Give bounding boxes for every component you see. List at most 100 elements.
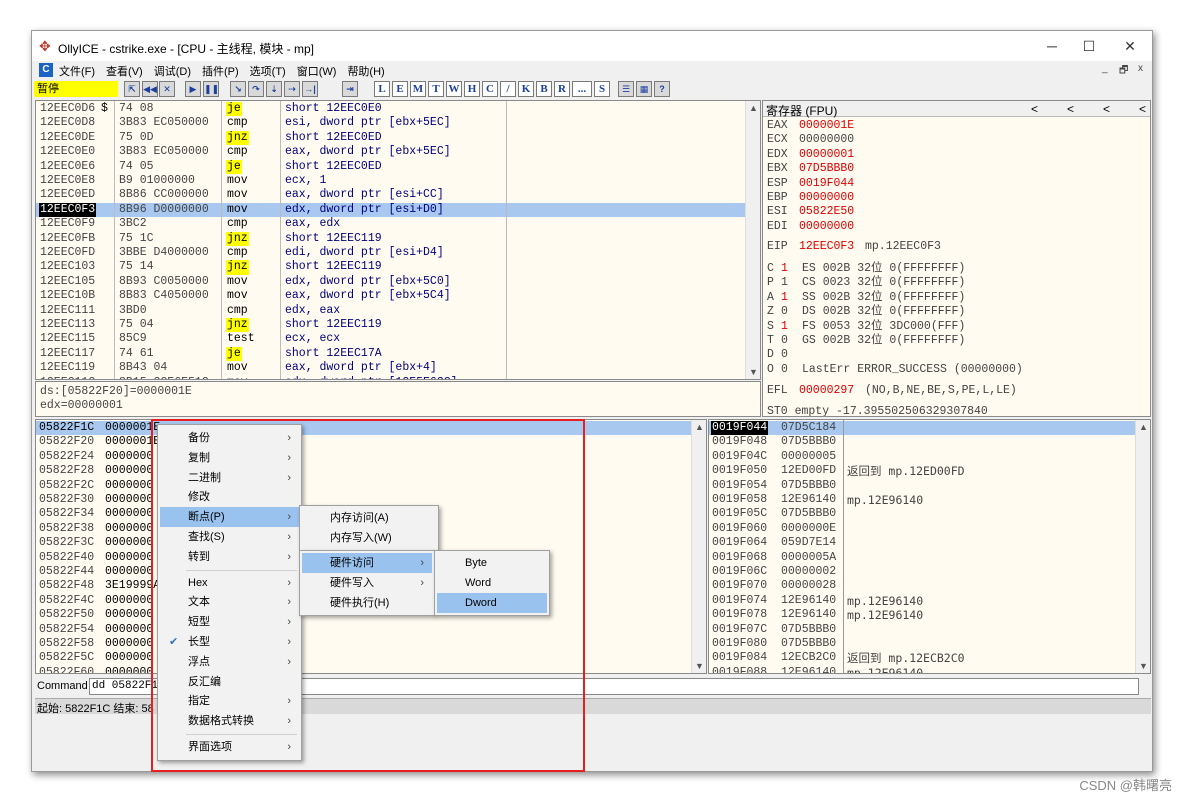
stack-row[interactable]: 0019F060 0000000E <box>709 522 1137 536</box>
flag-row[interactable]: C 1 ES 002B 32位 0(FFFFFFFF) <box>767 262 965 276</box>
close-button[interactable]: ✕ <box>1118 37 1142 55</box>
disasm-row[interactable]: 12EEC103 75 14 jnz short 12EEC119 <box>36 260 747 275</box>
step-over-icon[interactable]: ↷ <box>248 81 264 97</box>
disasm-row[interactable]: 12EEC0FB 75 1C jnz short 12EEC119 <box>36 231 747 246</box>
disasm-row[interactable]: 12EEC105 8B93 C0050000 mov edx, dword ptr [… <box>36 275 747 289</box>
register-row[interactable]: EBP 00000000 <box>767 191 854 205</box>
toolbar-letter-button[interactable]: M <box>410 81 426 97</box>
disasm-row[interactable]: 12EEC0F3 8B96 D0000000 mov edx, dword ptr [… <box>36 202 747 218</box>
scroll-up-icon[interactable]: ▲ <box>746 101 760 115</box>
disassembly-scrollbar[interactable]: ▲ ▼ <box>745 101 760 379</box>
toolbar-letter-button[interactable]: / <box>500 81 516 97</box>
stack-row[interactable]: 0019F088 12E96140 mp.12E96140 <box>709 666 1137 673</box>
toolbar-letter-button[interactable]: L <box>374 81 390 97</box>
disassembly-pane[interactable]: 12EEC0D6 $74 08 je short 12EEC0E0 12EEC0D8 3B… <box>35 100 761 380</box>
reg-nav-1[interactable]: < <box>1031 102 1038 116</box>
disasm-row[interactable]: 12EEC0FD 3BBE D4000000 cmp edi, dword ptr [… <box>36 246 747 260</box>
disasm-row[interactable]: 12EEC10B 8B83 C4050000 mov eax, dword ptr [… <box>36 289 747 303</box>
stack-row[interactable]: 0019F048 07D5BBB0 <box>709 435 1137 449</box>
pause-icon[interactable]: ❚❚ <box>203 81 219 97</box>
mdi-close-button[interactable]: x <box>1138 63 1143 74</box>
scroll-down-icon[interactable]: ▼ <box>1136 659 1150 673</box>
disasm-row[interactable]: 12EEC115 85C9 test ecx, ecx <box>36 332 747 346</box>
toolbar-letter-button[interactable]: C <box>482 81 498 97</box>
toolbar-letter-button[interactable]: S <box>594 81 610 97</box>
close-process-icon[interactable]: ✕ <box>159 81 175 97</box>
stack-row[interactable]: 0019F058 12E96140 mp.12E96140 <box>709 493 1137 507</box>
disasm-row[interactable]: 12EEC0E8 B9 01000000 mov ecx, 1 <box>36 174 747 188</box>
title-bar[interactable]: ✥ OllyICE - cstrike.exe - [CPU - 主线程, 模块… <box>32 31 1152 61</box>
disasm-row[interactable]: 12EEC0E6 74 05 je short 12EEC0ED <box>36 159 747 174</box>
maximize-button[interactable]: ☐ <box>1077 37 1101 55</box>
flag-row[interactable]: T 0 GS 002B 32位 0(FFFFFFFF) <box>767 334 965 348</box>
minimize-button[interactable]: ─ <box>1040 37 1064 55</box>
mdi-restore-button[interactable]: 🗗 <box>1119 63 1128 80</box>
rewind-icon[interactable]: ◀◀ <box>142 81 158 97</box>
stack-row[interactable]: 0019F068 0000005A <box>709 551 1137 565</box>
toolbar-letter-button[interactable]: K <box>518 81 534 97</box>
stack-row[interactable]: 0019F078 12E96140 mp.12E96140 <box>709 608 1137 622</box>
toolbar-letter-button[interactable]: B <box>536 81 552 97</box>
flag-row[interactable]: S 1 FS 0053 32位 3DC000(FFF) <box>767 320 965 334</box>
menu-item[interactable]: 调试(D) <box>154 63 191 79</box>
stack-row[interactable]: 0019F04C 00000005 <box>709 450 1137 464</box>
list-icon[interactable]: ☰ <box>618 81 634 97</box>
register-row[interactable]: EBX 07D5BBB0 <box>767 162 854 176</box>
mdi-minimize-button[interactable]: _ <box>1102 63 1108 74</box>
register-row[interactable]: ECX 00000000 <box>767 133 854 147</box>
reg-nav-4[interactable]: < <box>1139 102 1146 116</box>
stack-row[interactable]: 0019F064 059D7E14 <box>709 536 1137 550</box>
toolbar-letter-button[interactable]: ... <box>572 81 592 97</box>
eip-row[interactable]: EIP 12EEC0F3 mp.12EEC0F3 <box>767 240 941 254</box>
stack-scrollbar[interactable]: ▲ ▼ <box>1135 420 1150 673</box>
toolbar-letter-button[interactable]: T <box>428 81 444 97</box>
register-row[interactable]: EAX 0000001E <box>767 119 854 133</box>
scroll-up-icon[interactable]: ▲ <box>1136 420 1150 434</box>
menu-item[interactable]: 文件(F) <box>59 63 95 79</box>
stack-row[interactable]: 0019F070 00000028 <box>709 579 1137 593</box>
menu-item[interactable]: 插件(P) <box>202 63 239 79</box>
st0-row[interactable]: ST0 empty -17.395502506329307840 <box>767 405 988 416</box>
disasm-row[interactable]: 12EEC0ED 8B86 CC000000 mov eax, dword ptr [… <box>36 188 747 202</box>
toolbar-letter-button[interactable]: W <box>446 81 462 97</box>
scroll-down-icon[interactable]: ▼ <box>692 659 706 673</box>
registers-pane[interactable]: 寄存器 (FPU) < < < < EAX 0000001E ECX 00000000… <box>762 100 1151 417</box>
menu-item[interactable]: 查看(V) <box>106 63 143 79</box>
disasm-row[interactable]: 12EEC117 74 61 je short 12EEC17A <box>36 346 747 362</box>
flag-row[interactable]: Z 0 DS 002B 32位 0(FFFFFFFF) <box>767 305 965 319</box>
flag-row[interactable]: D0 <box>767 348 788 362</box>
reg-nav-2[interactable]: < <box>1067 102 1074 116</box>
scroll-up-icon[interactable]: ▲ <box>692 420 706 434</box>
disasm-row[interactable]: 12EEC0E0 3B83 EC050000 cmp eax, dword ptr [… <box>36 145 747 159</box>
cpu-window-icon[interactable]: C <box>39 63 53 77</box>
disasm-row[interactable]: 12EEC0DE 75 0D jnz short 12EEC0ED <box>36 130 747 146</box>
help-icon[interactable]: ? <box>654 81 670 97</box>
disasm-row[interactable]: 12EEC11C 8B15 3CE6E512 mov edx, dword ptr [… <box>36 376 747 379</box>
stack-row[interactable]: 0019F050 12ED00FD 返回到 mp.12ED00FD <box>709 464 1137 478</box>
flag-row[interactable]: O 0 LastErr ERROR_SUCCESS (00000000) <box>767 363 1023 377</box>
menu-item[interactable]: 窗口(W) <box>297 63 337 79</box>
reg-nav-3[interactable]: < <box>1103 102 1110 116</box>
stack-row[interactable]: 0019F084 12ECB2C0 返回到 mp.12ECB2C0 <box>709 651 1137 665</box>
open-icon[interactable]: ⇱ <box>124 81 140 97</box>
disasm-row[interactable]: 12EEC0D8 3B83 EC050000 cmp esi, dword ptr [… <box>36 116 747 130</box>
goto-address-icon[interactable]: ⇥ <box>342 81 358 97</box>
register-row[interactable]: ESI 05822E50 <box>767 205 854 219</box>
flag-row[interactable]: A 1 SS 002B 32位 0(FFFFFFFF) <box>767 291 965 305</box>
trace-into-icon[interactable]: ⇣ <box>266 81 282 97</box>
efl-row[interactable]: EFL 00000297 (NO,B,NE,BE,S,PE,L,LE) <box>767 384 1017 398</box>
disasm-row[interactable]: 12EEC0D6 $74 08 je short 12EEC0E0 <box>36 102 747 117</box>
stack-row[interactable]: 0019F07C 07D5BBB0 <box>709 623 1137 637</box>
stack-row[interactable]: 0019F054 07D5BBB0 <box>709 479 1137 493</box>
flag-row[interactable]: P 1 CS 0023 32位 0(FFFFFFFF) <box>767 276 965 290</box>
toolbar-letter-button[interactable]: H <box>464 81 480 97</box>
stack-pane[interactable]: 0019F044 07D5C184 0019F048 07D5BBB0 0019F04C… <box>708 419 1151 674</box>
disasm-row[interactable]: 12EEC0F9 3BC2 cmp eax, edx <box>36 217 747 231</box>
register-row[interactable]: EDX 00000001 <box>767 148 854 162</box>
stack-row[interactable]: 0019F06C 00000002 <box>709 565 1137 579</box>
step-into-icon[interactable]: ↘ <box>230 81 246 97</box>
menu-item[interactable]: 选项(T) <box>250 63 286 79</box>
stack-row[interactable]: 0019F080 07D5BBB0 <box>709 637 1137 651</box>
execute-till-return-icon[interactable]: →| <box>302 81 318 97</box>
toolbar-letter-button[interactable]: E <box>392 81 408 97</box>
